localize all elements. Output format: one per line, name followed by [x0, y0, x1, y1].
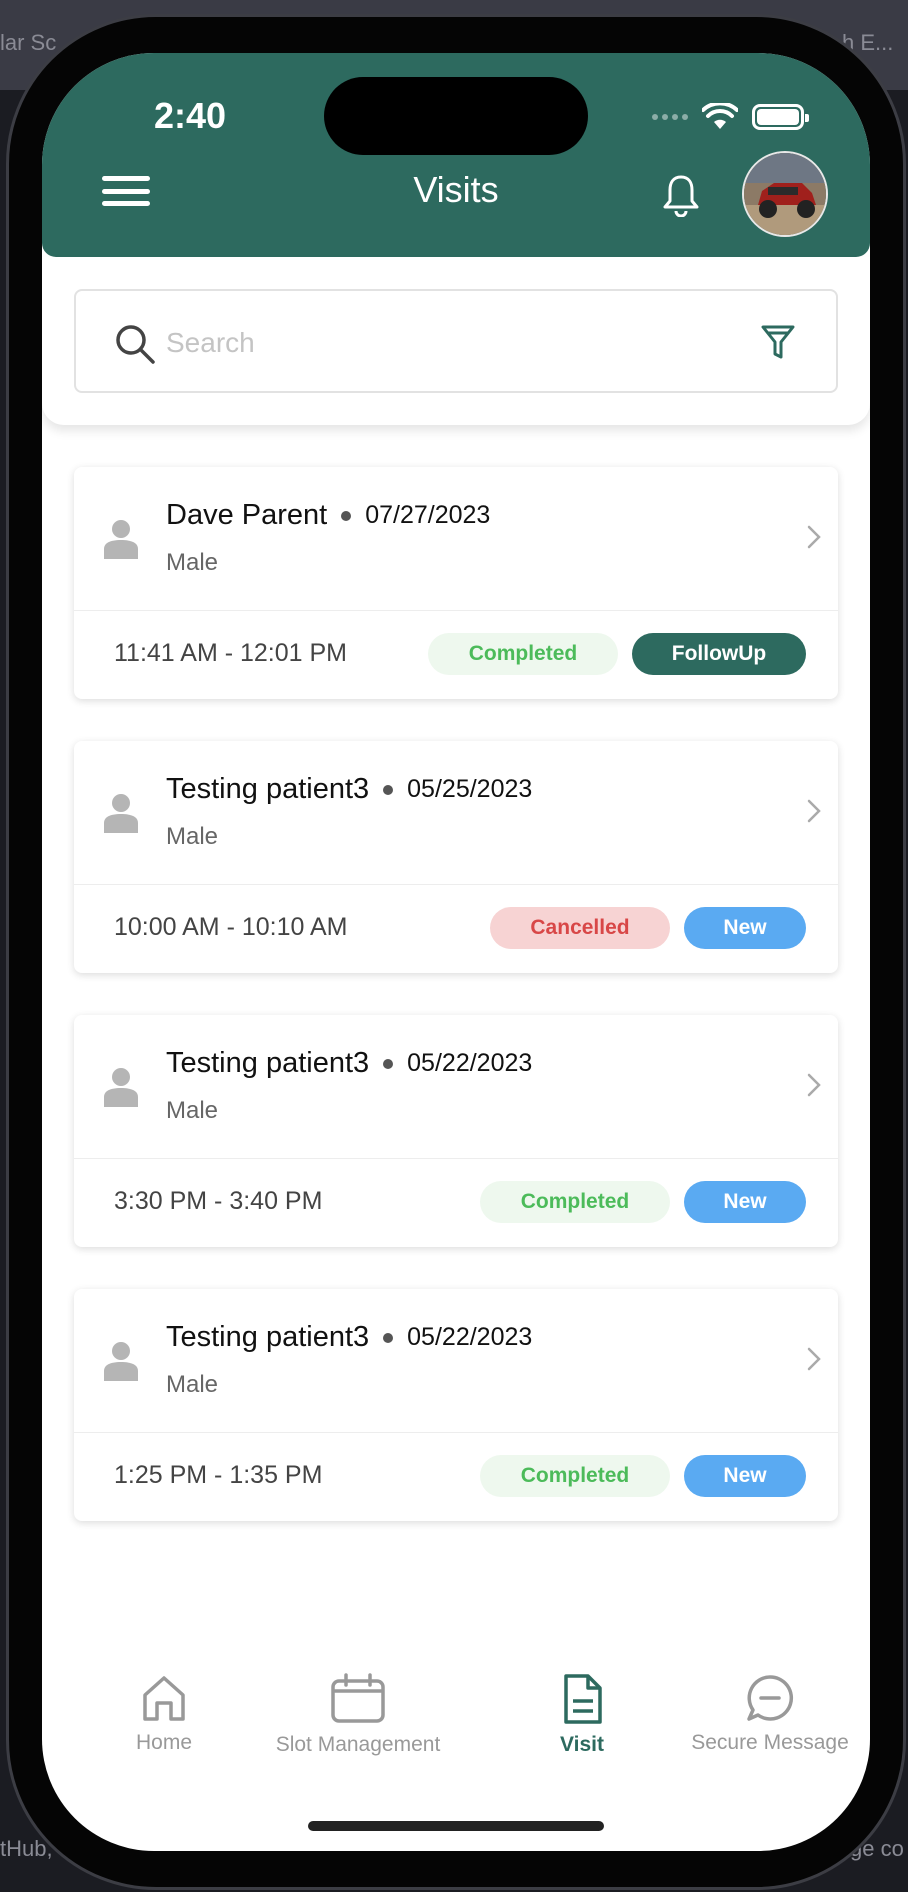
visit-card-header: Testing patient3 05/22/2023 Male	[74, 1289, 838, 1433]
wifi-icon	[702, 103, 738, 129]
visit-badges: Completed FollowUp	[428, 633, 806, 675]
patient-name: Testing patient3	[166, 773, 370, 805]
visit-card-header: Testing patient3 05/25/2023 Male	[74, 741, 838, 885]
status-badge: Completed	[480, 1455, 670, 1497]
tab-visit-label: Visit	[560, 1733, 604, 1756]
home-indicator	[308, 1821, 604, 1831]
patient-line: Testing patient3 05/25/2023	[166, 773, 532, 806]
visit-date: 05/22/2023	[407, 1049, 533, 1077]
visit-card[interactable]: Dave Parent 07/27/2023 Male 11:41 AM - 1…	[74, 467, 838, 699]
person-icon	[104, 794, 138, 833]
person-icon	[104, 520, 138, 559]
visit-time-range: 10:00 AM - 10:10 AM	[114, 913, 348, 941]
visit-card[interactable]: Testing patient3 05/25/2023 Male 10:00 A…	[74, 741, 838, 973]
chevron-right-icon[interactable]	[804, 1071, 824, 1099]
separator-dot	[341, 510, 352, 521]
app-screen: 2:40 Visits Search Dave Parent 07/27/202…	[42, 53, 870, 1851]
visit-type-badge: New	[684, 907, 806, 949]
visit-date: 07/27/2023	[365, 501, 491, 529]
separator-dot	[383, 1332, 394, 1343]
status-badge: Cancelled	[490, 907, 670, 949]
visit-type-badge: New	[684, 1181, 806, 1223]
visit-card-header: Dave Parent 07/27/2023 Male	[74, 467, 838, 611]
search-box[interactable]	[74, 289, 838, 393]
status-bar-indicators	[652, 103, 809, 131]
status-bar-time: 2:40	[154, 95, 227, 136]
chevron-right-icon[interactable]	[804, 523, 824, 551]
search-icon	[116, 325, 155, 364]
visit-time-range: 3:30 PM - 3:40 PM	[114, 1187, 323, 1215]
visit-card[interactable]: Testing patient3 05/22/2023 Male 3:30 PM…	[74, 1015, 838, 1247]
tab-secure-message[interactable]: Secure Message	[670, 1673, 870, 1755]
patient-line: Dave Parent 07/27/2023	[166, 499, 490, 532]
patient-gender: Male	[166, 1371, 219, 1398]
status-badge: Completed	[428, 633, 618, 675]
visit-time-range: 11:41 AM - 12:01 PM	[114, 639, 347, 667]
separator-dot	[383, 1058, 394, 1069]
visit-badges: Cancelled New	[490, 907, 806, 949]
tab-home-label: Home	[135, 1731, 193, 1754]
status-badge: Completed	[480, 1181, 670, 1223]
visit-date: 05/25/2023	[407, 775, 533, 803]
separator-dot	[383, 784, 394, 795]
dynamic-island	[324, 77, 588, 155]
visit-badges: Completed New	[480, 1455, 806, 1497]
tab-slot-management[interactable]: Slot Management	[254, 1673, 462, 1757]
chevron-right-icon[interactable]	[804, 797, 824, 825]
tab-slot-management-label: Slot Management	[275, 1733, 441, 1756]
visit-card[interactable]: Testing patient3 05/22/2023 Male 1:25 PM…	[74, 1289, 838, 1521]
visit-type-badge: FollowUp	[632, 633, 806, 675]
tab-visit[interactable]: Visit	[524, 1673, 640, 1757]
avatar-image	[744, 153, 826, 235]
search-input[interactable]	[166, 311, 726, 375]
chat-icon	[747, 1675, 794, 1721]
patient-name: Testing patient3	[166, 1047, 370, 1079]
tab-secure-message-label: Secure Message	[691, 1731, 849, 1754]
patient-name: Testing patient3	[166, 1321, 370, 1353]
patient-name: Dave Parent	[166, 499, 328, 531]
app-header: 2:40 Visits	[42, 53, 870, 257]
person-icon	[104, 1068, 138, 1107]
avatar[interactable]	[742, 151, 828, 237]
document-icon	[564, 1674, 602, 1724]
cellular-signal-icon	[652, 114, 688, 120]
filter-icon[interactable]	[760, 323, 796, 361]
bottom-tab-bar: Home Slot Management Visit Secure Messag…	[42, 1673, 870, 1793]
visit-date: 05/22/2023	[407, 1323, 533, 1351]
person-icon	[104, 1342, 138, 1381]
visit-card-header: Testing patient3 05/22/2023 Male	[74, 1015, 838, 1159]
patient-gender: Male	[166, 549, 219, 576]
patient-gender: Male	[166, 823, 219, 850]
visit-type-badge: New	[684, 1455, 806, 1497]
visit-badges: Completed New	[480, 1181, 806, 1223]
patient-line: Testing patient3 05/22/2023	[166, 1047, 532, 1080]
home-icon	[143, 1676, 185, 1721]
search-panel	[42, 257, 870, 425]
patient-line: Testing patient3 05/22/2023	[166, 1321, 532, 1354]
calendar-icon	[331, 1673, 385, 1723]
visit-time-range: 1:25 PM - 1:35 PM	[114, 1461, 323, 1489]
battery-icon	[752, 104, 809, 130]
bell-icon[interactable]	[662, 173, 700, 217]
patient-gender: Male	[166, 1097, 219, 1124]
tab-home[interactable]: Home	[106, 1673, 222, 1755]
chevron-right-icon[interactable]	[804, 1345, 824, 1373]
